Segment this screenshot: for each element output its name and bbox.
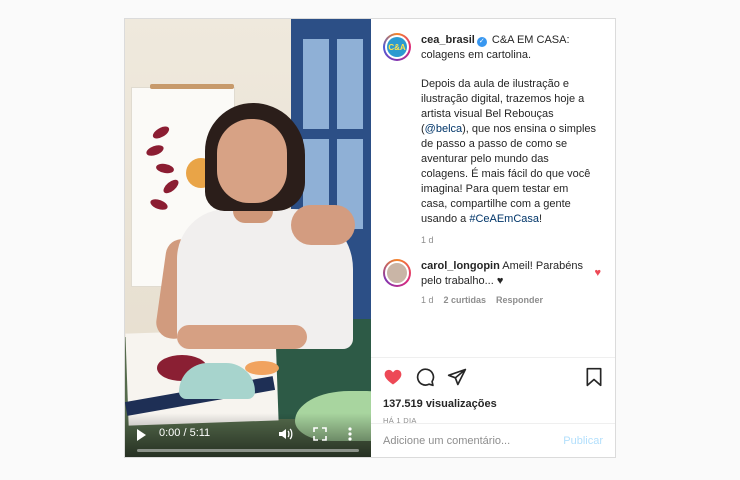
post-card: 0:00 / 5:11 C&A cea_brasil ✓ C&A EM CASA… xyxy=(124,18,616,458)
post-sidebar: C&A cea_brasil ✓ C&A EM CASA: colagens em… xyxy=(371,19,615,457)
video-controls: 0:00 / 5:11 xyxy=(125,413,371,457)
avatar[interactable]: C&A xyxy=(383,33,411,61)
comment-composer: Publicar xyxy=(371,423,615,457)
hashtag-link[interactable]: #CeAEmCasa xyxy=(469,213,539,225)
heart-filled-icon[interactable] xyxy=(383,367,403,387)
caption-text: cea_brasil ✓ C&A EM CASA: colagens em car… xyxy=(421,33,597,227)
comment-input[interactable] xyxy=(383,434,553,447)
share-icon[interactable] xyxy=(447,367,467,387)
views-count[interactable]: 137.519 visualizações xyxy=(383,398,603,410)
fullscreen-icon[interactable] xyxy=(313,427,327,441)
comment-text: carol_longopin Ameil! Parabéns pelo trab… xyxy=(421,259,589,289)
more-options-icon[interactable] xyxy=(347,426,353,442)
video-player[interactable]: 0:00 / 5:11 xyxy=(125,19,371,457)
publish-button[interactable]: Publicar xyxy=(563,435,603,447)
comment-icon[interactable] xyxy=(415,367,435,387)
comment-likes-link[interactable]: 2 curtidas xyxy=(444,295,487,305)
verified-badge-icon: ✓ xyxy=(476,37,487,47)
comment-item: carol_longopin Ameil! Parabéns pelo trab… xyxy=(371,245,615,289)
comment-time: 1 d xyxy=(421,295,434,305)
video-time: 0:00 / 5:11 xyxy=(159,427,211,439)
comment-like-heart-icon[interactable]: ♥ xyxy=(594,267,601,279)
caption-end: ! xyxy=(539,213,543,225)
comment-meta: 1 d 2 curtidas Responder xyxy=(421,295,615,305)
page: 0:00 / 5:11 C&A cea_brasil ✓ C&A EM CASA… xyxy=(0,0,740,480)
post-actions: 137.519 visualizações HÁ 1 DIA xyxy=(371,357,615,425)
caption-body: Depois da aula de ilustração e ilustraçã… xyxy=(421,77,597,227)
reply-button[interactable]: Responder xyxy=(496,295,543,305)
avatar-logo: C&A xyxy=(387,37,407,57)
mention-link[interactable]: @belca xyxy=(425,123,462,135)
caption-timestamp: 1 d xyxy=(421,235,434,245)
bookmark-icon[interactable] xyxy=(585,367,603,387)
caption-part-2: ), que nos ensina o simples de passo a p… xyxy=(421,123,597,225)
video-progress-bar[interactable] xyxy=(137,449,359,452)
username-link[interactable]: cea_brasil xyxy=(421,34,475,46)
comment-avatar[interactable] xyxy=(383,259,411,287)
play-icon[interactable] xyxy=(137,429,146,441)
volume-icon[interactable] xyxy=(277,426,293,442)
comment-username-link[interactable]: carol_longopin xyxy=(421,260,500,272)
post-caption: C&A cea_brasil ✓ C&A EM CASA: colagens em… xyxy=(371,19,615,227)
